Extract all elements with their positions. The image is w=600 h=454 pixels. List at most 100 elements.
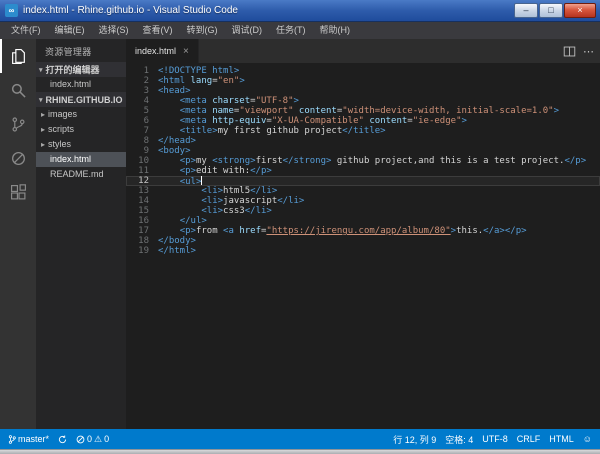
code-line-6[interactable]: 6 <meta http-equiv="X-UA-Compatible" con…	[126, 116, 600, 126]
tree-file-README.md[interactable]: README.md	[36, 167, 126, 182]
line-number: 9	[126, 146, 158, 156]
warning-icon: ⚠	[94, 434, 102, 445]
eol-setting[interactable]: CRLF	[517, 434, 541, 444]
code-line-19[interactable]: 19</html>	[126, 246, 600, 256]
tree-folder-styles[interactable]: ▸styles	[36, 137, 126, 152]
status-bar-left: master* 0 ⚠ 0	[8, 434, 118, 445]
code-line-1[interactable]: 1<!DOCTYPE html>	[126, 66, 600, 76]
menu-item[interactable]: 转到(G)	[180, 22, 225, 39]
line-number: 10	[126, 156, 158, 166]
code-line-13[interactable]: 13 <li>html5</li>	[126, 186, 600, 196]
line-content: <p>edit with:</p>	[158, 166, 272, 176]
feedback-smiley-icon[interactable]: ☺	[583, 434, 592, 444]
code-line-5[interactable]: 5 <meta name="viewport" content="width=d…	[126, 106, 600, 116]
line-number: 4	[126, 96, 158, 106]
branch-name: master*	[18, 434, 49, 444]
file-tree: ▸images▸scripts▸stylesindex.htmlREADME.m…	[36, 107, 126, 182]
source-control-icon[interactable]	[0, 107, 36, 141]
line-number: 1	[126, 66, 158, 76]
line-content: <li>css3</li>	[158, 206, 272, 216]
line-content: <li>html5</li>	[158, 186, 277, 196]
line-content: <meta charset="UTF-8">	[158, 96, 299, 106]
line-number: 18	[126, 236, 158, 246]
line-content: <ul>	[158, 176, 202, 186]
minimize-button[interactable]: –	[514, 3, 538, 18]
menu-item[interactable]: 文件(F)	[4, 22, 48, 39]
line-content: <meta http-equiv="X-UA-Compatible" conte…	[158, 116, 467, 126]
line-number: 12	[126, 176, 158, 186]
menu-item[interactable]: 查看(V)	[136, 22, 180, 39]
code-line-8[interactable]: 8</head>	[126, 136, 600, 146]
line-content: <head>	[158, 86, 191, 96]
maximize-button[interactable]: □	[539, 3, 563, 18]
tree-file-index.html[interactable]: index.html	[36, 152, 126, 167]
tab-close-icon[interactable]: ×	[183, 46, 189, 57]
menu-bar: 文件(F)编辑(E)选择(S)查看(V)转到(G)调试(D)任务(T)帮助(H)	[0, 22, 600, 39]
debug-icon[interactable]	[0, 141, 36, 175]
chevron-right-icon: ▸	[41, 122, 45, 137]
open-editor-item[interactable]: index.html	[36, 77, 126, 92]
explorer-icon[interactable]	[0, 39, 36, 73]
code-line-11[interactable]: 11 <p>edit with:</p>	[126, 166, 600, 176]
code-line-18[interactable]: 18</body>	[126, 236, 600, 246]
cursor-position[interactable]: 行 12, 列 9	[393, 433, 436, 446]
tab-index-html[interactable]: index.html ×	[126, 39, 199, 63]
code-line-17[interactable]: 17 <p>from <a href="https://jirengu.com/…	[126, 226, 600, 236]
vscode-logo-icon: ∞	[5, 4, 18, 17]
menu-item[interactable]: 调试(D)	[225, 22, 270, 39]
sync-icon[interactable]	[58, 435, 67, 444]
chevron-down-icon: ▾	[39, 96, 43, 104]
tab-label: index.html	[135, 46, 176, 56]
text-cursor	[201, 176, 202, 185]
code-line-4[interactable]: 4 <meta charset="UTF-8">	[126, 96, 600, 106]
code-line-2[interactable]: 2<html lang="en">	[126, 76, 600, 86]
encoding-setting[interactable]: UTF-8	[482, 434, 508, 444]
line-content: <body>	[158, 146, 191, 156]
tree-folder-images[interactable]: ▸images	[36, 107, 126, 122]
split-editor-icon[interactable]	[563, 45, 576, 58]
chevron-down-icon: ▾	[39, 66, 43, 74]
code-line-3[interactable]: 3<head>	[126, 86, 600, 96]
extensions-icon[interactable]	[0, 175, 36, 209]
line-number: 2	[126, 76, 158, 86]
code-line-14[interactable]: 14 <li>javascript</li>	[126, 196, 600, 206]
open-editors-header[interactable]: ▾ 打开的编辑器	[36, 62, 126, 77]
code-area[interactable]: 1<!DOCTYPE html>2<html lang="en">3<head>…	[126, 63, 600, 429]
menu-item[interactable]: 编辑(E)	[48, 22, 92, 39]
search-icon[interactable]	[0, 73, 36, 107]
window-controls: – □ ×	[514, 3, 596, 18]
menu-item[interactable]: 选择(S)	[92, 22, 136, 39]
language-mode[interactable]: HTML	[549, 434, 574, 444]
warning-count: 0	[104, 434, 109, 444]
line-content: <p>my <strong>first</strong> github proj…	[158, 156, 586, 166]
title-bar: ∞ index.html - Rhine.github.io - Visual …	[0, 0, 600, 22]
git-branch-indicator[interactable]: master*	[8, 434, 49, 445]
chevron-right-icon: ▸	[41, 107, 45, 122]
open-editors-list: index.html	[36, 77, 126, 92]
line-number: 5	[126, 106, 158, 116]
code-line-16[interactable]: 16 </ul>	[126, 216, 600, 226]
menu-item[interactable]: 任务(T)	[269, 22, 313, 39]
vscode-window: ∞ index.html - Rhine.github.io - Visual …	[0, 0, 600, 454]
code-line-9[interactable]: 9<body>	[126, 146, 600, 156]
folder-root-label: RHINE.GITHUB.IO	[46, 95, 123, 105]
editor-actions: ⋯	[563, 39, 594, 63]
code-line-7[interactable]: 7 <title>my first github project</title>	[126, 126, 600, 136]
tree-folder-scripts[interactable]: ▸scripts	[36, 122, 126, 137]
status-bar-right: 行 12, 列 9 空格: 4 UTF-8 CRLF HTML ☺	[384, 433, 592, 446]
indentation-setting[interactable]: 空格: 4	[445, 433, 473, 446]
problems-indicator[interactable]: 0 ⚠ 0	[76, 434, 109, 445]
sidebar-title: 资源管理器	[36, 39, 126, 62]
code-line-15[interactable]: 15 <li>css3</li>	[126, 206, 600, 216]
line-number: 11	[126, 166, 158, 176]
more-actions-icon[interactable]: ⋯	[583, 45, 594, 58]
line-content: </ul>	[158, 216, 207, 226]
line-content: <meta name="viewport" content="width=dev…	[158, 106, 559, 116]
line-content: <title>my first github project</title>	[158, 126, 386, 136]
line-content: </head>	[158, 136, 196, 146]
menu-item[interactable]: 帮助(H)	[313, 22, 358, 39]
code-line-12[interactable]: 12 <ul>	[126, 176, 600, 186]
code-line-10[interactable]: 10 <p>my <strong>first</strong> github p…	[126, 156, 600, 166]
folder-root-header[interactable]: ▾ RHINE.GITHUB.IO	[36, 92, 126, 107]
close-button[interactable]: ×	[564, 3, 596, 18]
